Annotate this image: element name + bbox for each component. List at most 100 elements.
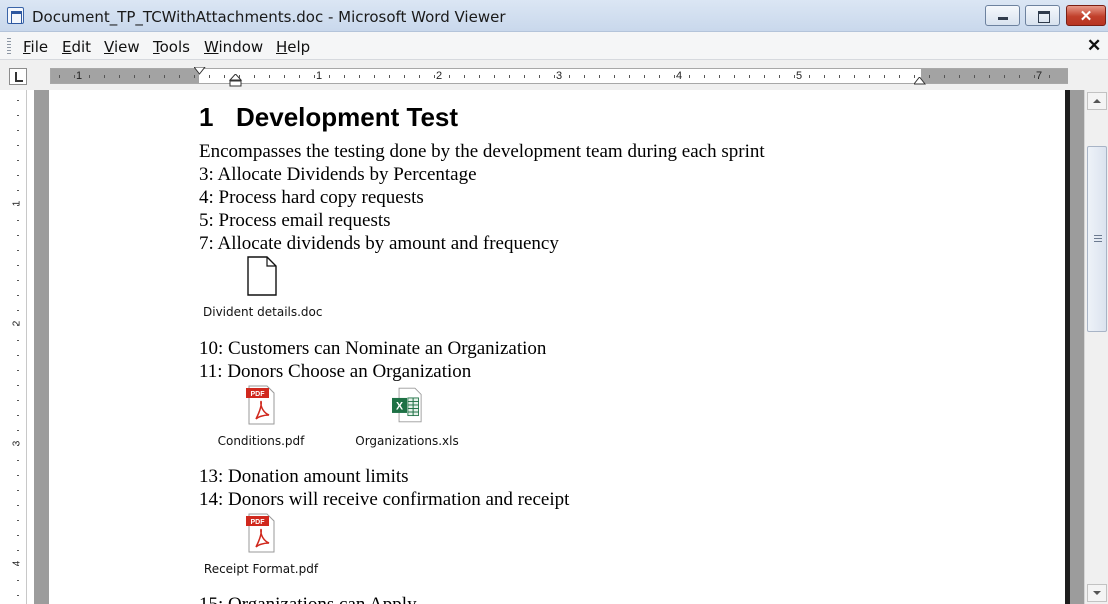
first-line-indent-icon[interactable] (194, 67, 206, 75)
menu-window[interactable]: Window (204, 38, 263, 56)
ruler-tick (209, 75, 210, 78)
ruler-tick (974, 75, 975, 78)
ruler-tick (149, 75, 150, 78)
ruler-tick (569, 75, 570, 78)
ruler-tick (224, 75, 225, 78)
ruler-tick (554, 75, 555, 78)
menu-file[interactable]: File (23, 38, 48, 56)
attachment-conditions-pdf[interactable]: PDF Conditions.pdf (212, 385, 310, 448)
vertical-ruler-tick (17, 190, 19, 191)
ruler-number: 2 (435, 70, 443, 82)
heading-development-test: 1 Development Test (199, 102, 458, 133)
ruler-number: 3 (555, 70, 563, 82)
body-line: 3: Allocate Dividends by Percentage (199, 164, 477, 185)
ruler-tick (419, 75, 420, 78)
hanging-indent-icon[interactable] (229, 74, 243, 88)
body-line: Encompasses the testing done by the deve… (199, 141, 765, 162)
ruler-number: 1 (75, 70, 83, 82)
vertical-ruler-tick (17, 520, 19, 521)
scroll-down-button[interactable] (1087, 584, 1107, 602)
vertical-ruler-tick (17, 460, 19, 461)
menu-file-accel: F (23, 38, 31, 56)
ruler-tick (329, 75, 330, 78)
excel-file-icon: X (392, 387, 422, 423)
ruler-tick (929, 75, 930, 78)
ruler-tick (749, 75, 750, 78)
word-viewer-icon[interactable] (7, 7, 24, 24)
menu-view[interactable]: View (104, 38, 140, 56)
attachment-label: Conditions.pdf (217, 434, 305, 448)
ruler-tick (119, 75, 120, 78)
vertical-ruler-tick (17, 205, 19, 206)
ruler-tick (734, 75, 735, 78)
body-line: 4: Process hard copy requests (199, 187, 424, 208)
vertical-ruler[interactable]: 1 2 3 4 (9, 90, 27, 604)
menu-help[interactable]: Help (276, 38, 310, 56)
ruler-tick (479, 75, 480, 78)
body-line: 15: Organizations can Apply (199, 594, 417, 604)
vertical-ruler-tick (17, 145, 19, 146)
ruler-tick (449, 75, 450, 78)
minimize-button[interactable] (985, 5, 1020, 26)
ruler-tick (689, 75, 690, 78)
attachment-receipt-format-pdf[interactable]: PDF Receipt Format.pdf (202, 513, 320, 576)
attachment-label: Organizations.xls (355, 434, 459, 448)
vertical-ruler-tick (17, 505, 19, 506)
ruler-tick (839, 75, 840, 78)
menu-tools-accel: T (153, 38, 160, 56)
vertical-ruler-tick (17, 580, 19, 581)
vertical-ruler-tick (17, 295, 19, 296)
ruler-tick (959, 75, 960, 78)
chevron-up-icon (1093, 99, 1101, 103)
ruler-tick (584, 75, 585, 78)
body-line: 10: Customers can Nominate an Organizati… (199, 338, 547, 359)
tab-selector-icon[interactable] (9, 68, 27, 85)
ruler-tick (1034, 75, 1035, 78)
vertical-ruler-tick (17, 175, 19, 176)
vertical-ruler-tick (17, 235, 19, 236)
ruler-tick (899, 75, 900, 78)
toolbar-grip[interactable] (7, 38, 11, 54)
attachment-organizations-xls[interactable]: X Organizations.xls (352, 385, 462, 448)
menu-edit[interactable]: Edit (62, 38, 91, 56)
menu-window-accel: W (204, 38, 219, 56)
ruler-tick (854, 75, 855, 78)
ruler-tick (1019, 75, 1020, 78)
attachment-divident-details[interactable]: Divident details.doc (203, 256, 322, 319)
ruler-number: 7 (1035, 70, 1043, 82)
vertical-ruler-tick (17, 475, 19, 476)
ruler-tick (914, 75, 915, 78)
close-window-button[interactable]: ✕ (1066, 5, 1106, 26)
horizontal-ruler[interactable]: 1 1 2 3 4 5 7 (50, 67, 1068, 87)
vertical-scrollbar[interactable] (1084, 90, 1108, 604)
ruler-tick (404, 75, 405, 78)
ruler-tick (869, 75, 870, 78)
ruler-tick (344, 75, 345, 78)
ruler-tick (884, 75, 885, 78)
ruler-tick (254, 75, 255, 78)
close-document-button[interactable]: ✕ (1087, 36, 1101, 56)
menu-file-label: ile (30, 38, 49, 56)
body-line: 11: Donors Choose an Organization (199, 361, 472, 382)
vertical-ruler-tick (17, 415, 19, 416)
ruler-tick (824, 75, 825, 78)
ruler-tick (74, 75, 75, 78)
doc-file-icon (247, 256, 277, 296)
menu-tools[interactable]: Tools (153, 38, 190, 56)
menu-window-label: indow (218, 38, 264, 56)
ruler-tick (374, 75, 375, 78)
ruler-tick (989, 75, 990, 78)
vertical-ruler-tick (17, 220, 19, 221)
ruler-number: 4 (675, 70, 683, 82)
ruler-tick (299, 75, 300, 78)
ruler-tick (284, 75, 285, 78)
scroll-thumb[interactable] (1087, 146, 1107, 332)
excel-badge: X (396, 400, 403, 412)
ruler-tick (614, 75, 615, 78)
scroll-up-button[interactable] (1087, 92, 1107, 110)
maximize-button[interactable] (1025, 5, 1060, 26)
ruler-tick (764, 75, 765, 78)
vertical-ruler-tick (17, 400, 19, 401)
body-line: 7: Allocate dividends by amount and freq… (199, 233, 559, 254)
right-indent-icon[interactable] (914, 77, 926, 85)
